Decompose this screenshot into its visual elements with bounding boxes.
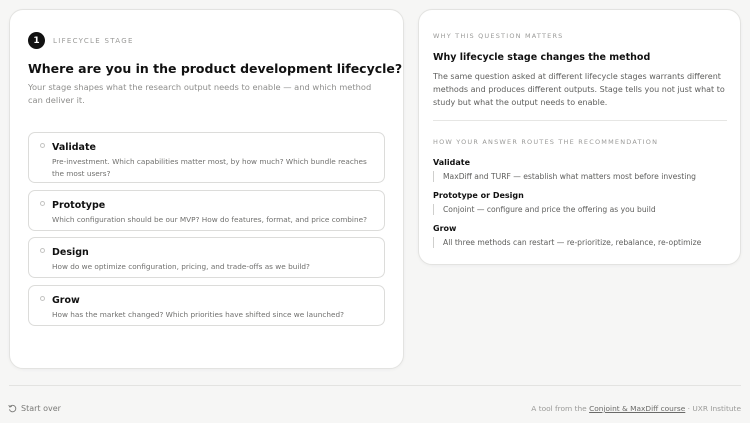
option-description: How do we optimize configuration, pricin… — [52, 262, 310, 271]
option-title: Prototype — [52, 200, 106, 211]
credit-prefix: A tool from the — [531, 404, 590, 413]
radio-icon[interactable] — [40, 296, 45, 301]
start-over-label: Start over — [21, 404, 61, 413]
question-subtitle: Your stage shapes what the research outp… — [28, 82, 372, 105]
restart-icon — [8, 404, 17, 413]
credit-suffix: · UXR Institute — [685, 404, 741, 413]
route-title: Validate — [433, 158, 471, 167]
step-number-badge: 1 — [28, 32, 45, 49]
why-body: The same question asked at different lif… — [433, 72, 725, 108]
footer-divider — [9, 385, 741, 386]
radio-icon[interactable] — [40, 201, 45, 206]
course-link[interactable]: Conjoint & MaxDiff course — [589, 404, 685, 413]
option-title: Validate — [52, 142, 96, 153]
why-heading: Why lifecycle stage changes the method — [433, 52, 651, 63]
info-card: WHY THIS QUESTION MATTERS Why lifecycle … — [418, 9, 741, 265]
option-description: Pre-investment. Which capabilities matte… — [52, 157, 367, 178]
divider — [433, 120, 727, 121]
route-description: MaxDiff and TURF — establish what matter… — [433, 171, 696, 182]
radio-icon[interactable] — [40, 248, 45, 253]
option-validate[interactable]: Validate Pre-investment. Which capabilit… — [28, 132, 385, 183]
why-kicker: WHY THIS QUESTION MATTERS — [433, 32, 564, 40]
option-description: How has the market changed? Which priori… — [52, 310, 344, 319]
route-title: Grow — [433, 224, 457, 233]
credit-text: A tool from the Conjoint & MaxDiff cours… — [531, 404, 741, 413]
route-description: Conjoint — configure and price the offer… — [433, 204, 656, 215]
option-prototype[interactable]: Prototype Which configuration should be … — [28, 190, 385, 231]
option-design[interactable]: Design How do we optimize configuration,… — [28, 237, 385, 278]
option-grow[interactable]: Grow How has the market changed? Which p… — [28, 285, 385, 326]
step-label: LIFECYCLE STAGE — [53, 36, 134, 45]
routes-kicker: HOW YOUR ANSWER ROUTES THE RECOMMENDATIO… — [433, 138, 659, 146]
route-title: Prototype or Design — [433, 191, 524, 200]
radio-icon[interactable] — [40, 143, 45, 148]
option-title: Design — [52, 247, 89, 258]
question-card: 1 LIFECYCLE STAGE Where are you in the p… — [9, 9, 404, 369]
route-description: All three methods can restart — re-prior… — [433, 237, 701, 248]
question-title: Where are you in the product development… — [28, 61, 403, 76]
option-title: Grow — [52, 295, 80, 306]
start-over-button[interactable]: Start over — [8, 404, 61, 413]
step-header: 1 LIFECYCLE STAGE — [28, 32, 134, 49]
option-description: Which configuration should be our MVP? H… — [52, 215, 367, 224]
